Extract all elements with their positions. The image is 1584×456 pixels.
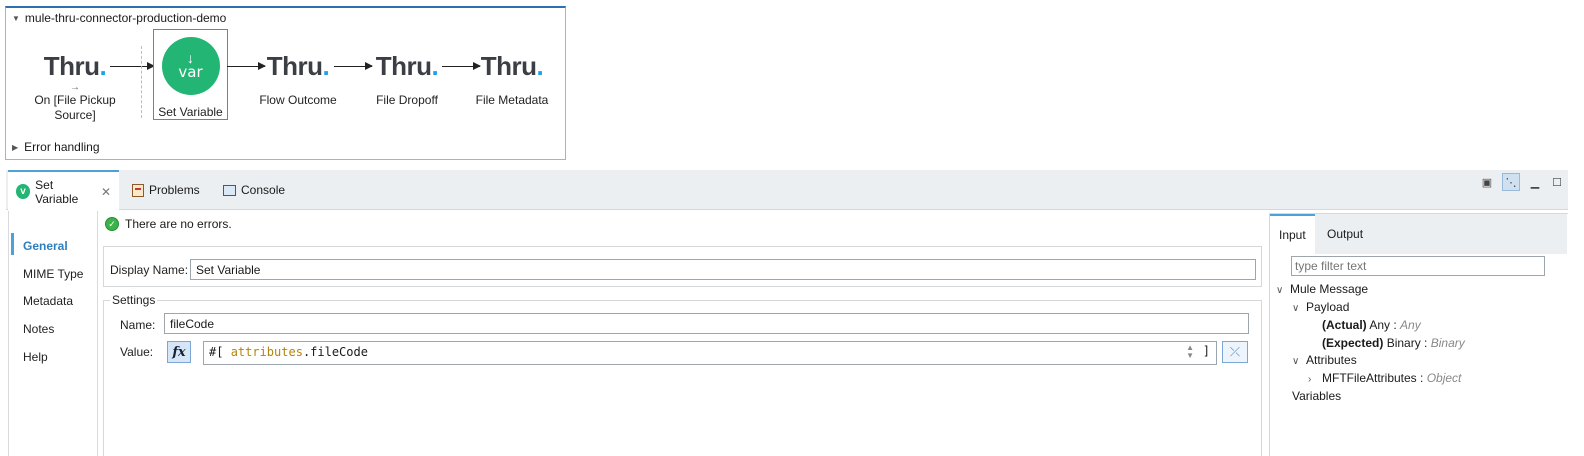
error-handling-section[interactable]: ▶ Error handling: [12, 140, 100, 154]
tree-expected[interactable]: (Expected) Binary : Binary: [1322, 336, 1465, 350]
tab-input[interactable]: Input: [1270, 214, 1315, 254]
display-name-label: Display Name:: [110, 263, 189, 277]
flow-canvas: ▼ mule-thru-connector-production-demo Th…: [5, 6, 566, 160]
tab-output[interactable]: Output: [1318, 214, 1372, 254]
chevron-down-icon[interactable]: ∨: [1292, 356, 1306, 367]
tree-actual[interactable]: (Actual) Any : Any: [1322, 318, 1421, 332]
filter-input[interactable]: [1291, 256, 1545, 276]
value-label: Value:: [120, 345, 154, 359]
data-mapping-icon[interactable]: ⤫: [1222, 341, 1248, 363]
thru-logo-icon: Thru.: [480, 51, 544, 81]
metadata-tabs: Input Output: [1270, 214, 1567, 254]
expand-triangle-icon[interactable]: ▶: [12, 143, 18, 152]
tab-label: Set Variable: [35, 177, 79, 206]
value-expression-input[interactable]: #[ attributes.fileCode ▲ ▼ ]: [203, 341, 1217, 365]
thru-logo-icon: Thru.: [43, 51, 107, 81]
component-label: Flow Outcome: [259, 93, 337, 107]
flow-component-set-variable[interactable]: ↓ var Set Variable: [153, 29, 228, 120]
collapse-triangle-icon[interactable]: ▼: [12, 14, 20, 23]
settings-legend: Settings: [110, 293, 158, 307]
down-arrow-icon: ↓: [187, 49, 194, 66]
status-text: There are no errors.: [125, 217, 232, 231]
expression-close: ]: [1202, 344, 1210, 358]
tree-view-icon[interactable]: ⋱: [1502, 173, 1520, 191]
chevron-down-icon[interactable]: ∨: [1292, 303, 1306, 314]
display-name-group: Display Name: Set Variable: [103, 246, 1262, 287]
minimize-icon[interactable]: ▁: [1526, 173, 1544, 191]
source-arrow-icon: →: [70, 82, 80, 93]
component-label: File Metadata: [475, 93, 549, 107]
close-icon[interactable]: ✕: [101, 185, 111, 199]
error-handling-label: Error handling: [24, 140, 100, 154]
tab-label: Problems: [149, 183, 200, 197]
tree-variables[interactable]: Variables: [1292, 389, 1341, 403]
tab-label: Console: [241, 183, 286, 197]
validation-status: ✓ There are no errors.: [105, 217, 232, 231]
properties-nav: General MIME Type Metadata Notes Help: [8, 211, 98, 456]
flow-name: mule-thru-connector-production-demo: [24, 11, 227, 25]
console-icon: [223, 184, 236, 196]
tree-attributes[interactable]: ∨ Attributes: [1292, 353, 1357, 367]
nav-metadata[interactable]: Metadata: [23, 294, 73, 308]
display-name-input[interactable]: Set Variable: [190, 259, 1256, 280]
v-icon: v: [16, 184, 31, 199]
flow-component-flow-outcome[interactable]: Thru. Flow Outcome: [255, 30, 341, 122]
tree-mule-message[interactable]: ∨ Mule Message: [1276, 282, 1368, 296]
var-icon: ↓ var: [161, 37, 220, 95]
spinner-icon[interactable]: ▲ ▼: [1186, 344, 1194, 360]
component-label: Set Variable: [158, 105, 223, 119]
expression-text: #[ attributes.fileCode: [209, 345, 368, 359]
flow-component-file-metadata[interactable]: Thru. File Metadata: [469, 30, 555, 122]
thru-logo-icon: Thru.: [266, 51, 330, 81]
component-label: On [File Pickup Source]: [34, 93, 116, 122]
nav-mime-type[interactable]: MIME Type: [23, 267, 83, 281]
nav-active-indicator: [11, 233, 14, 255]
fx-toggle-button[interactable]: fx: [167, 341, 191, 363]
save-icon[interactable]: ▣: [1478, 173, 1496, 191]
flow-header[interactable]: ▼ mule-thru-connector-production-demo: [12, 11, 226, 25]
component-label: File Dropoff: [376, 93, 438, 107]
editor-tab-bar: v Set Variable ✕ Problems Console ▣ ⋱ ▁ …: [6, 170, 1568, 211]
nav-general[interactable]: General: [23, 239, 68, 253]
chevron-down-icon[interactable]: ∨: [1276, 285, 1290, 296]
name-input[interactable]: fileCode: [164, 313, 1249, 334]
tree-payload[interactable]: ∨ Payload: [1292, 300, 1349, 314]
nav-help[interactable]: Help: [23, 350, 48, 364]
problems-icon: [132, 183, 144, 197]
name-label: Name:: [120, 318, 156, 332]
metadata-panel: Input Output ∨Mule Message ∨Payload (Act…: [1269, 213, 1568, 456]
maximize-icon[interactable]: ☐: [1548, 173, 1566, 191]
flow-connector-arrow: [110, 62, 155, 70]
settings-group: Settings Name: fileCode Value: fx #[ att…: [103, 293, 1262, 456]
tab-problems[interactable]: Problems: [124, 170, 208, 210]
tree-mft-file-attributes[interactable]: › MFTFileAttributes : Object: [1308, 371, 1461, 385]
thru-logo-icon: Thru.: [375, 51, 439, 81]
chevron-right-icon[interactable]: ›: [1308, 374, 1322, 385]
flow-component-file-dropoff[interactable]: Thru. File Dropoff: [364, 30, 450, 122]
tab-set-variable[interactable]: v Set Variable ✕: [8, 170, 119, 211]
check-icon: ✓: [105, 217, 119, 231]
source-divider: [141, 46, 142, 118]
nav-notes[interactable]: Notes: [23, 322, 54, 336]
flow-component-file-pickup[interactable]: Thru. → On [File Pickup Source]: [32, 30, 118, 122]
tab-console[interactable]: Console: [215, 170, 293, 210]
